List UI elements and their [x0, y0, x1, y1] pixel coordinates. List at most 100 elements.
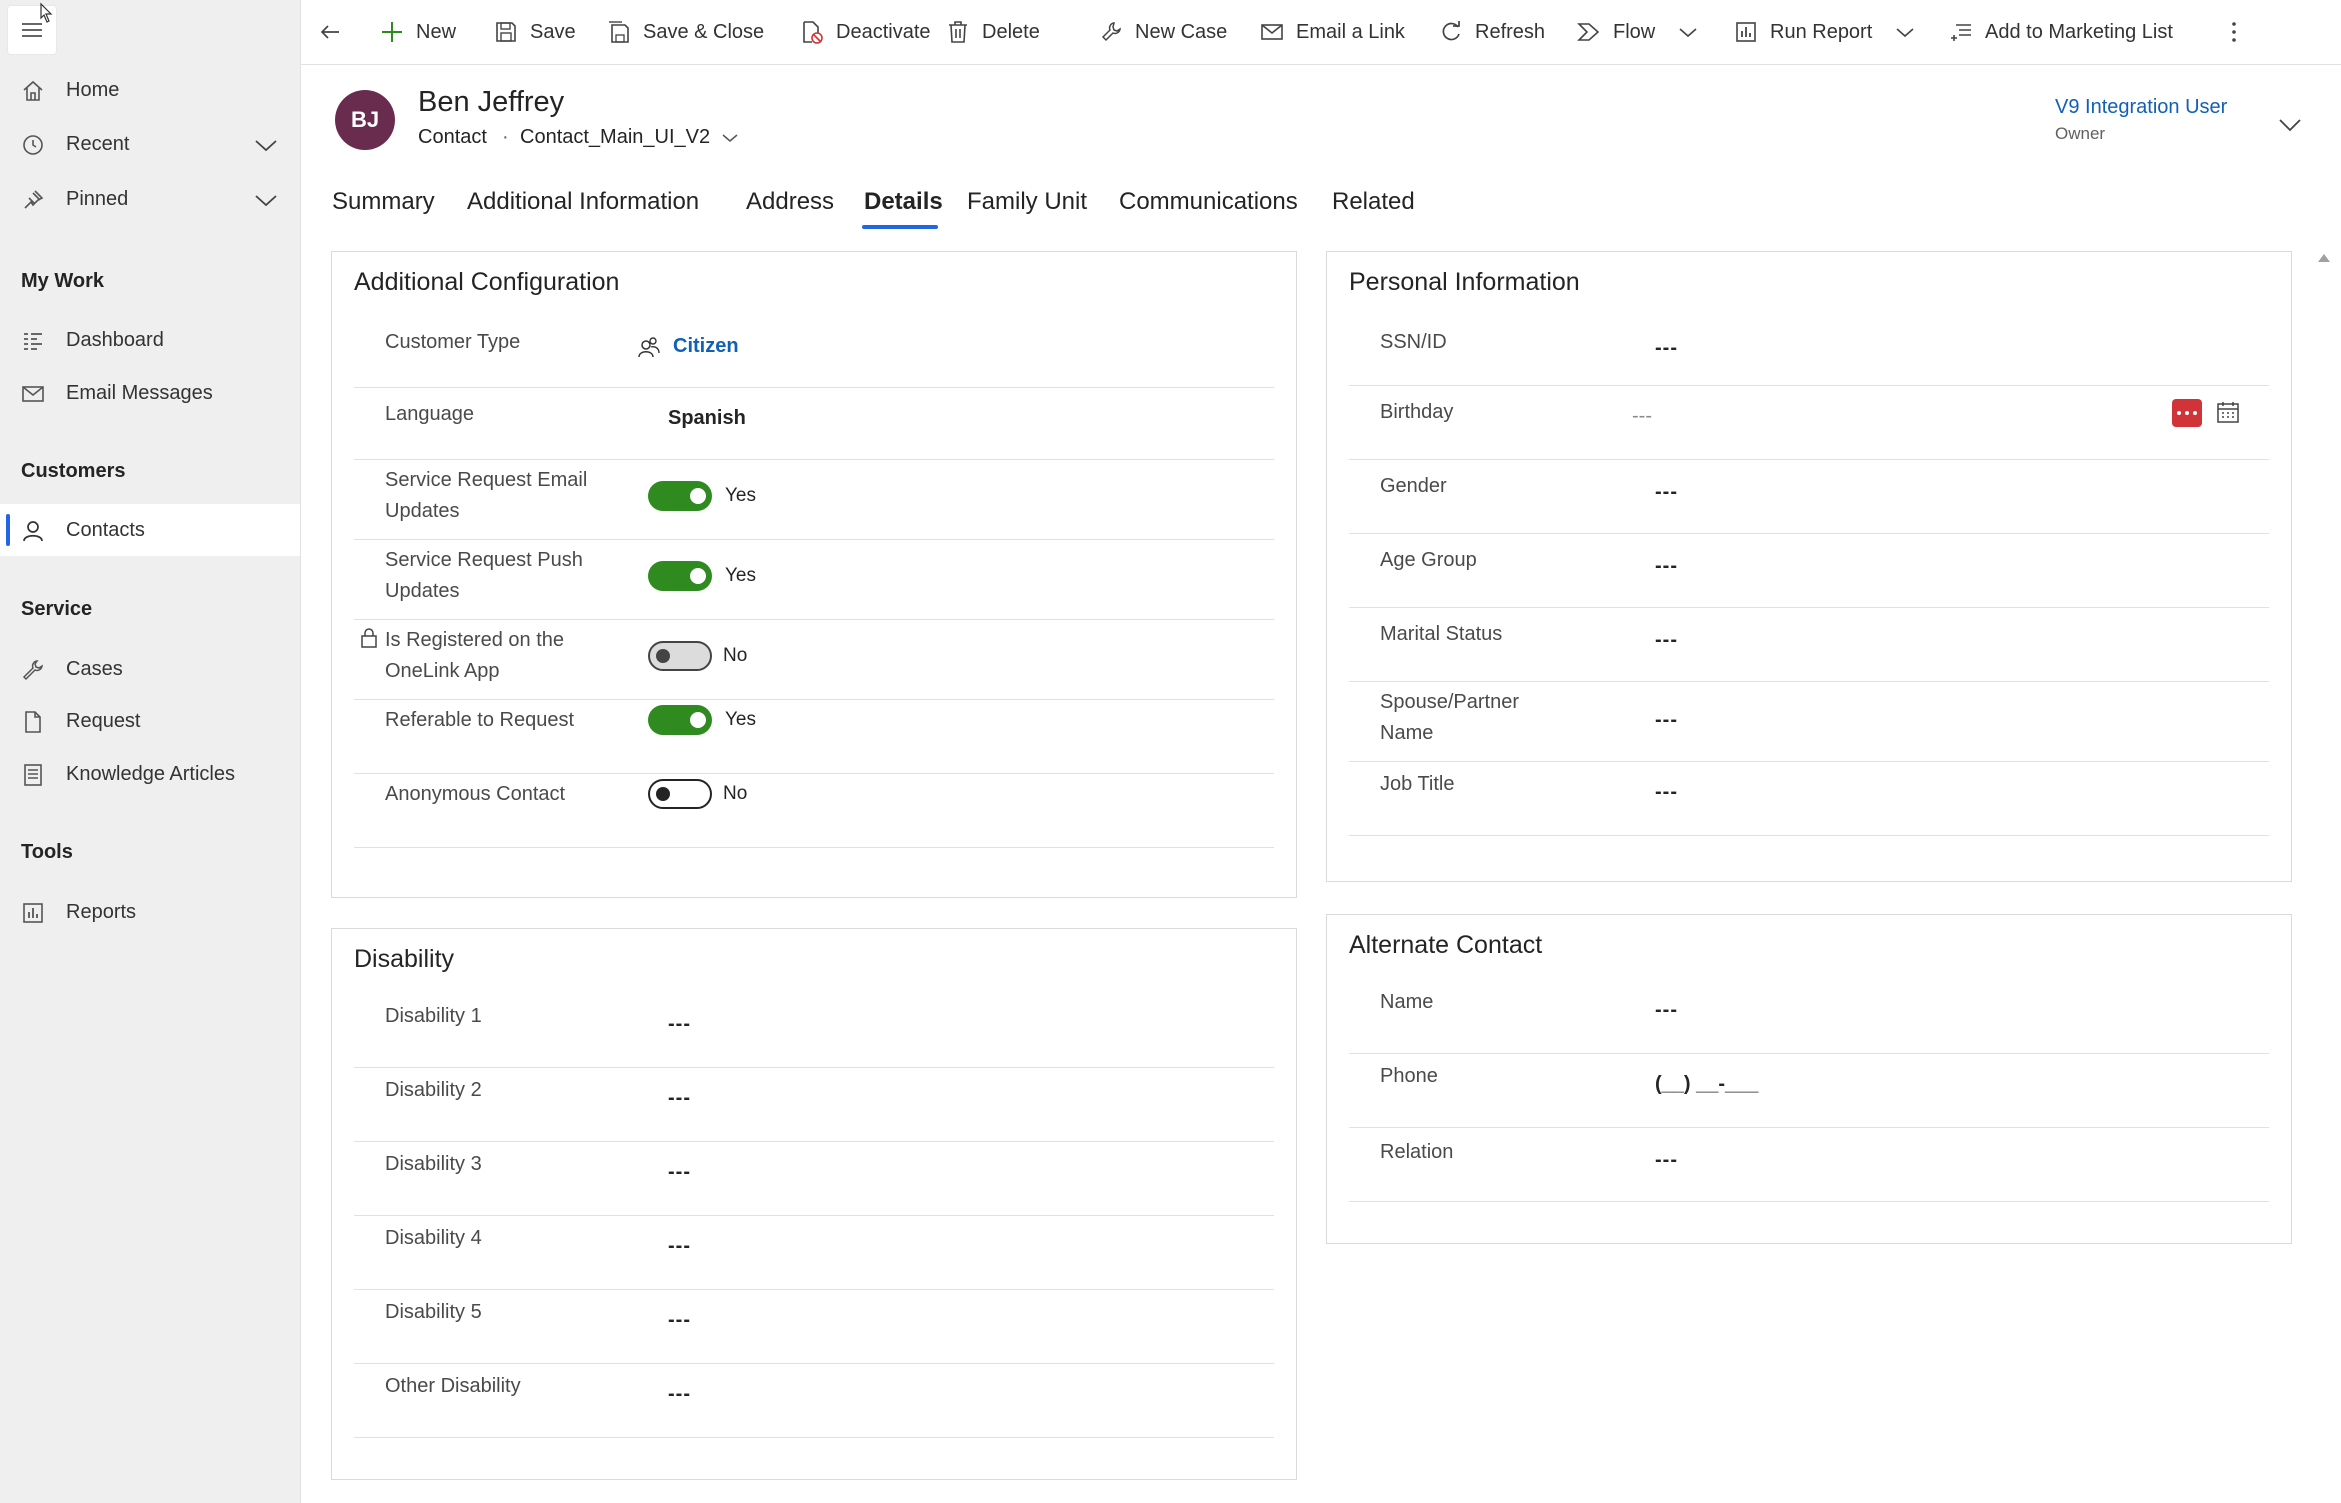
- section-alternate-contact: Alternate Contact Name --- Phone (__) __…: [1326, 914, 2292, 1244]
- field-spouse-partner-name: Spouse/Partner Name ---: [1349, 681, 2269, 762]
- field-disability-2: Disability 2 ---: [354, 1067, 1274, 1142]
- chevron-down-icon[interactable]: [252, 131, 280, 159]
- email-link-button[interactable]: Email a Link: [1259, 0, 1405, 64]
- tab-communications[interactable]: Communications: [1119, 188, 1298, 216]
- chevron-down-icon[interactable]: [2275, 110, 2305, 140]
- form-selector[interactable]: Contact_Main_UI_V2: [520, 126, 710, 149]
- service-request-push-toggle[interactable]: [648, 561, 712, 591]
- refresh-button[interactable]: Refresh: [1438, 0, 1545, 64]
- owner-link[interactable]: V9 Integration User: [2055, 96, 2227, 119]
- wrench-icon: [22, 660, 43, 681]
- field-value[interactable]: ---: [1655, 781, 1678, 804]
- nav-contacts[interactable]: Contacts: [0, 504, 300, 556]
- field-value[interactable]: ---: [668, 1013, 691, 1036]
- field-value[interactable]: ---: [668, 1235, 691, 1258]
- birthday-date-input[interactable]: ---: [1632, 405, 1652, 428]
- add-marketing-list-button[interactable]: Add to Marketing List: [1948, 0, 2173, 64]
- field-job-title: Job Title ---: [1349, 761, 2269, 836]
- nav-pinned[interactable]: Pinned: [0, 173, 300, 225]
- nav-group-customers: Customers: [21, 460, 126, 482]
- service-request-email-toggle[interactable]: [648, 481, 712, 511]
- toggle-state-label: No: [723, 645, 748, 666]
- new-button-label: New: [416, 20, 457, 43]
- referable-to-request-toggle[interactable]: [648, 705, 712, 735]
- field-value[interactable]: ---: [668, 1383, 691, 1406]
- nav-cases[interactable]: Cases: [0, 643, 300, 695]
- tab-family-unit[interactable]: Family Unit: [967, 188, 1087, 216]
- tab-details[interactable]: Details: [864, 188, 943, 216]
- add-marketing-list-button-label: Add to Marketing List: [1985, 20, 2173, 43]
- language-value[interactable]: Spanish: [668, 407, 746, 430]
- nav-pinned-label: Pinned: [66, 187, 129, 210]
- flow-button[interactable]: Flow: [1576, 0, 1699, 64]
- nav-dashboard[interactable]: Dashboard: [0, 314, 300, 366]
- record-entity: Contact: [418, 126, 487, 148]
- deactivate-button-label: Deactivate: [836, 20, 931, 43]
- chevron-down-icon[interactable]: [252, 186, 280, 214]
- tab-additional-information[interactable]: Additional Information: [467, 188, 699, 216]
- trash-icon: [949, 21, 967, 43]
- chevron-down-icon[interactable]: [1677, 21, 1699, 43]
- field-alternate-phone: Phone (__) __-___: [1349, 1053, 2269, 1128]
- tab-address[interactable]: Address: [746, 188, 834, 216]
- section-disability: Disability Disability 1 --- Disability 2…: [331, 928, 1297, 1480]
- save-close-button[interactable]: Save & Close: [606, 0, 764, 64]
- field-value[interactable]: ---: [1655, 999, 1678, 1022]
- field-label: Job Title: [1380, 773, 1455, 795]
- field-value[interactable]: ---: [668, 1309, 691, 1332]
- nav-contacts-label: Contacts: [66, 518, 145, 541]
- field-label: Spouse/Partner Name: [1380, 691, 1519, 744]
- nav-email-messages[interactable]: Email Messages: [0, 367, 300, 419]
- field-label: Service Request Email Updates: [385, 469, 588, 522]
- chevron-down-icon[interactable]: [1894, 21, 1916, 43]
- field-label: Language: [385, 403, 474, 425]
- new-button[interactable]: New: [379, 0, 456, 64]
- field-customer-type: Customer Type Citizen: [354, 319, 1274, 388]
- scrollbar-up-arrow[interactable]: [2318, 254, 2330, 262]
- field-value[interactable]: ---: [1655, 481, 1678, 504]
- field-label: Other Disability: [385, 1375, 521, 1397]
- tab-summary[interactable]: Summary: [332, 188, 435, 216]
- nav-home[interactable]: Home: [0, 64, 300, 116]
- new-case-button-label: New Case: [1135, 20, 1228, 43]
- field-value[interactable]: ---: [668, 1161, 691, 1184]
- calendar-icon[interactable]: [2215, 399, 2241, 425]
- field-value[interactable]: ---: [1655, 629, 1678, 652]
- nav-knowledge-articles[interactable]: Knowledge Articles: [0, 748, 300, 800]
- new-case-button[interactable]: New Case: [1098, 0, 1227, 64]
- delete-button[interactable]: Delete: [945, 0, 1040, 64]
- field-disability-5: Disability 5 ---: [354, 1289, 1274, 1364]
- nav-recent[interactable]: Recent: [0, 118, 300, 170]
- refresh-button-label: Refresh: [1475, 20, 1546, 43]
- field-value[interactable]: ---: [1655, 709, 1678, 732]
- field-value[interactable]: ---: [1655, 1149, 1678, 1172]
- field-value[interactable]: ---: [1655, 337, 1678, 360]
- birthday-warning-button[interactable]: [2172, 399, 2202, 427]
- field-label: Disability 1: [385, 1005, 482, 1027]
- more-commands-button[interactable]: [2221, 0, 2258, 64]
- phone-input[interactable]: (__) __-___: [1655, 1073, 1758, 1096]
- run-report-button-label: Run Report: [1770, 20, 1873, 43]
- field-label: Customer Type: [385, 331, 521, 353]
- save-icon: [496, 22, 516, 42]
- active-tab-indicator: [862, 225, 938, 229]
- nav-reports[interactable]: Reports: [0, 886, 300, 938]
- field-registered-onelink-app: Is Registered on the OneLink App No: [354, 619, 1274, 700]
- nav-group-my-work: My Work: [21, 270, 104, 292]
- chevron-down-icon[interactable]: [720, 128, 740, 148]
- field-gender: Gender ---: [1349, 459, 2269, 534]
- field-label: Age Group: [1380, 549, 1477, 571]
- field-value[interactable]: ---: [668, 1087, 691, 1110]
- nav-group-service: Service: [21, 598, 93, 620]
- nav-request[interactable]: Request: [0, 695, 300, 747]
- field-value[interactable]: ---: [1655, 555, 1678, 578]
- tab-related[interactable]: Related: [1332, 188, 1415, 216]
- email-link-button-label: Email a Link: [1296, 20, 1405, 43]
- deactivate-button[interactable]: Deactivate: [799, 0, 931, 64]
- plus-icon: [382, 22, 402, 42]
- run-report-button[interactable]: Run Report: [1733, 0, 1916, 64]
- anonymous-contact-toggle[interactable]: [648, 779, 712, 809]
- customer-type-lookup-link[interactable]: Citizen: [673, 335, 739, 358]
- back-button[interactable]: [317, 0, 354, 64]
- save-button[interactable]: Save: [493, 0, 576, 64]
